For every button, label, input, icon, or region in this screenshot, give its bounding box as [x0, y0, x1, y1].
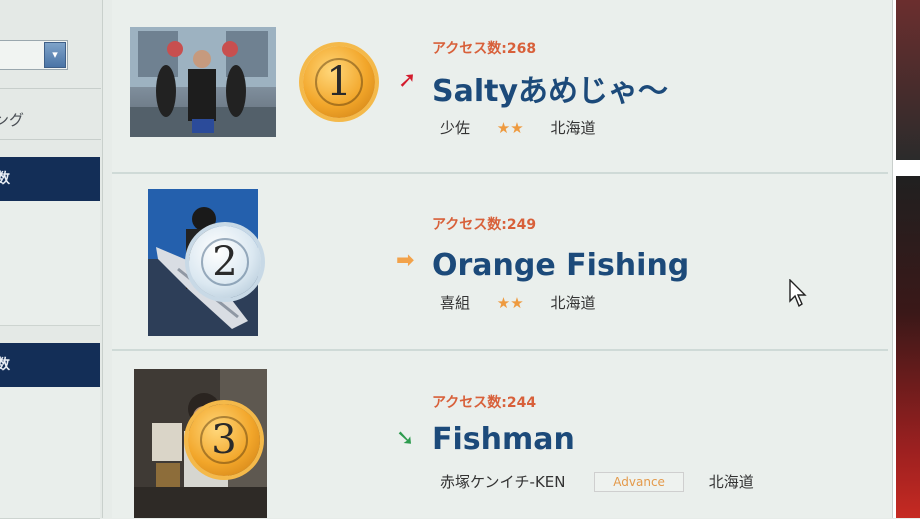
sidebar: ▾ ング 数 数 — [0, 0, 103, 519]
ad-banner-bottom[interactable] — [896, 176, 920, 518]
sidebar-link-ranking[interactable]: ング — [0, 88, 101, 140]
rank-medal: 3 — [188, 404, 260, 476]
rank-number: 3 — [211, 417, 237, 463]
access-count: アクセス数:244 — [432, 395, 537, 411]
divider — [112, 172, 888, 174]
entry-meta: 喜組 ★★ 北海道 — [440, 292, 596, 313]
advance-badge: Advance — [594, 471, 684, 492]
trend-flat-arrow-icon: ➡ — [396, 248, 415, 273]
rank-medal: 2 — [189, 226, 261, 298]
entry-region: 北海道 — [550, 119, 596, 137]
ranking-entry-2: 2 ➡ アクセス数:249 Orange Fishing 喜組 ★★ 北海道 — [112, 176, 888, 348]
rank-number: 1 — [326, 59, 352, 105]
sidebar-panel-a — [0, 201, 100, 326]
ad-banner-top[interactable] — [896, 0, 920, 160]
ranking-list: 1 ➚ アクセス数:268 Saltyあめじゃ〜 少佐 ★★ 北海道 2 ➡ ア… — [112, 0, 892, 518]
entry-meta: 赤塚ケンイチ-KEN Advance 北海道 — [440, 471, 754, 492]
entry-meta: 少佐 ★★ 北海道 — [440, 117, 596, 138]
entry-name-link[interactable]: Orange Fishing — [432, 248, 689, 283]
entry-region: 北海道 — [550, 294, 596, 312]
star-rating: ★★ — [496, 293, 524, 312]
ranking-entry-3: 3 ➘ アクセス数:244 Fishman 赤塚ケンイチ-KEN Advance… — [112, 352, 888, 518]
sidebar-heading-b: 数 — [0, 343, 100, 387]
rank-number: 2 — [212, 239, 238, 285]
access-count: アクセス数:249 — [432, 217, 537, 233]
entry-name-link[interactable]: Saltyあめじゃ〜 — [432, 66, 668, 110]
ranking-entry-1: 1 ➚ アクセス数:268 Saltyあめじゃ〜 少佐 ★★ 北海道 — [112, 0, 888, 172]
sidebar-heading-a: 数 — [0, 157, 100, 201]
entry-rank-title: 少佐 — [440, 119, 471, 137]
sidebar-panel-b — [0, 387, 100, 519]
star-rating: ★★ — [496, 118, 524, 137]
divider — [112, 349, 888, 351]
chevron-down-icon[interactable]: ▾ — [44, 42, 66, 68]
mouse-cursor-icon — [789, 279, 807, 308]
trend-down-arrow-icon: ➘ — [396, 426, 415, 451]
trend-up-arrow-icon: ➚ — [398, 68, 417, 93]
entry-region: 北海道 — [708, 473, 754, 491]
entry-photo[interactable] — [130, 27, 276, 137]
rank-medal: 1 — [303, 46, 375, 118]
entry-name-link[interactable]: Fishman — [432, 422, 575, 457]
access-count: アクセス数:268 — [432, 41, 537, 57]
entry-rank-title: 赤塚ケンイチ-KEN — [440, 473, 566, 491]
entry-rank-title: 喜組 — [440, 294, 471, 312]
